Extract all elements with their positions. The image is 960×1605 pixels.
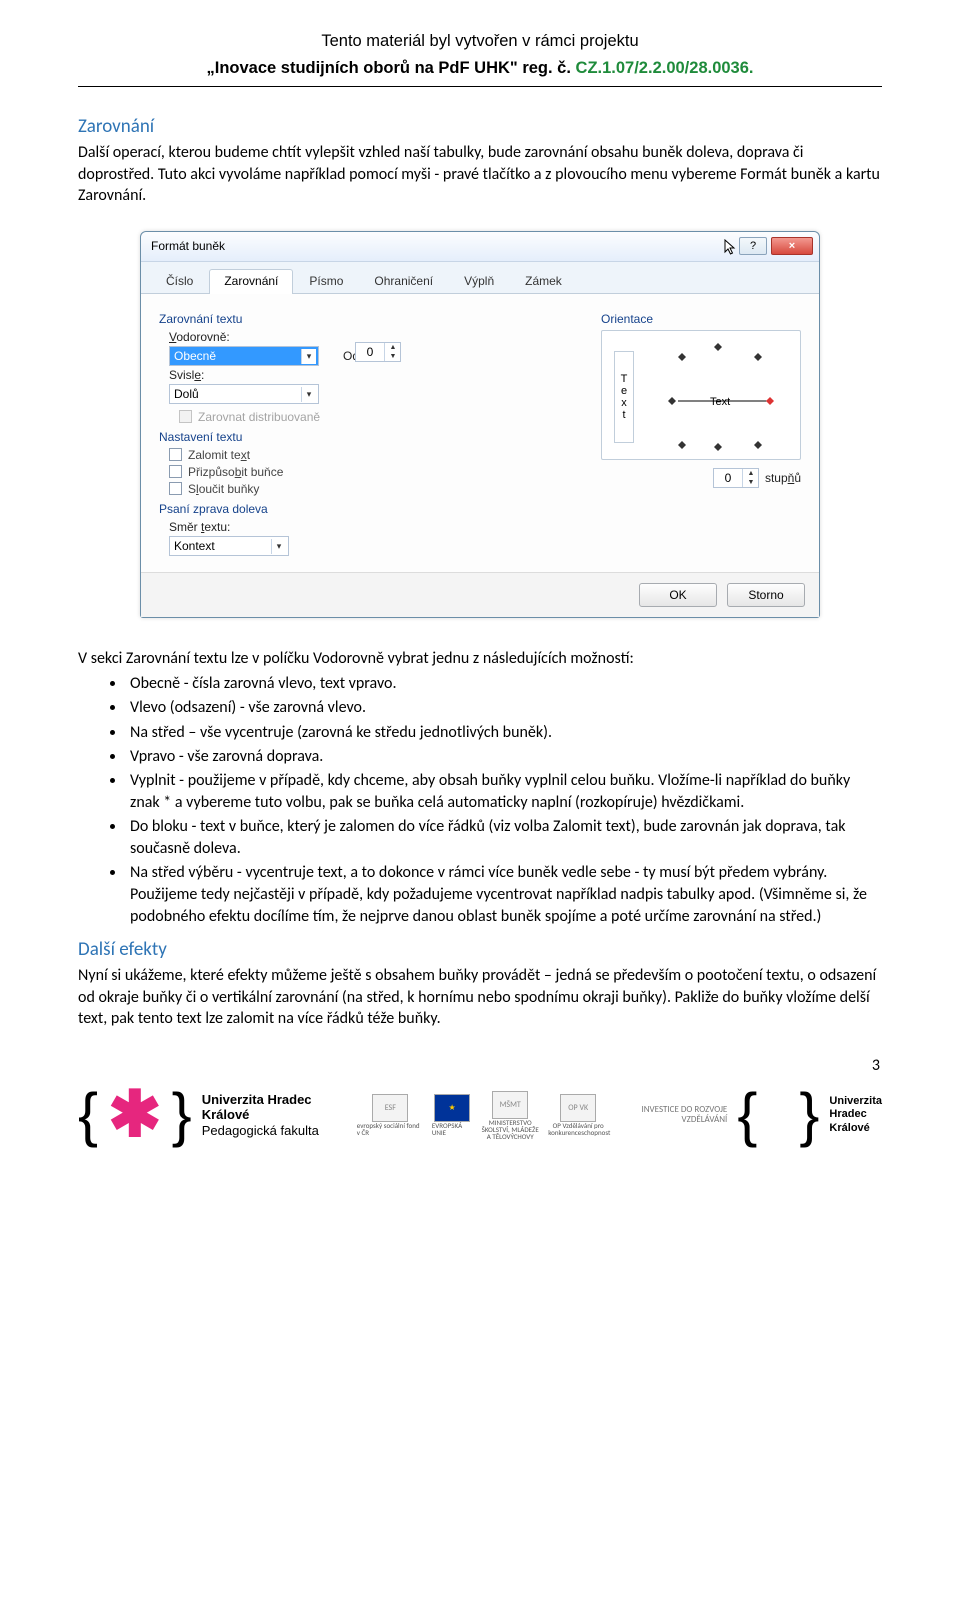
dialog-titlebar[interactable]: Formát buněk ? ×	[141, 232, 819, 262]
spin-stupnu-value[interactable]	[714, 469, 742, 487]
invest-text: INVESTICE DO ROZVOJE VZDĚLÁVÁNÍ	[614, 1105, 727, 1125]
combo-smer-textu[interactable]: Kontext ▾	[169, 536, 289, 556]
logo-uhk-right: { } Univerzita Hradec Králové	[737, 1085, 882, 1145]
uhk-r1: Univerzita	[829, 1095, 882, 1108]
list-item: Obecně - čísla zarovná vlevo, text vprav…	[126, 673, 882, 695]
logo-msmt: MŠMTMINISTERSTVO ŠKOLSTVÍ, MLÁDEŽE A TĚL…	[480, 1091, 540, 1140]
tab-zamek[interactable]: Zámek	[510, 269, 577, 294]
list-item: Na střed – vše vycentruje (zarovná ke st…	[126, 722, 882, 744]
spin-up-icon[interactable]: ▲	[743, 469, 759, 478]
combo-vodorovne-value: Obecně	[174, 349, 216, 363]
tab-ohraniceni[interactable]: Ohraničení	[359, 269, 448, 294]
label-prizpusobit: Přizpůsobit buňce	[188, 465, 283, 479]
label-smer-textu: Směr textu:	[169, 520, 581, 534]
orientation-vertical-text[interactable]: Text	[614, 351, 634, 443]
spin-down-icon[interactable]: ▼	[385, 352, 401, 361]
options-list: Obecně - čísla zarovná vlevo, text vprav…	[126, 673, 882, 928]
checkbox-icon[interactable]	[169, 482, 182, 495]
bracket-right-icon: }	[799, 1085, 819, 1145]
logo-esf: ESFevropský sociální fond v ČR	[357, 1094, 424, 1136]
group-psani-zprava: Psaní zprava doleva	[159, 502, 581, 516]
bracket-right-icon: }	[172, 1085, 192, 1145]
logo-eu: ★EVROPSKÁ UNIE	[432, 1094, 472, 1136]
project-title: „Inovace studijních oborů na PdF UHK" re…	[78, 59, 882, 78]
ok-button[interactable]: OK	[639, 583, 717, 607]
format-bunek-dialog: Formát buněk ? × Číslo Zarovnání Písmo O…	[140, 231, 820, 618]
group-nastaveni-textu: Nastavení textu	[159, 430, 581, 444]
project-regnum: CZ.1.07/2.2.00/28.0036	[576, 59, 749, 77]
asterisk-icon: ✱	[108, 1083, 162, 1147]
header-divider	[78, 86, 882, 87]
list-item: Na střed výběru - vycentruje text, a to …	[126, 862, 882, 928]
label-stupnu: stupňů	[765, 471, 801, 485]
uhk-r3: Králové	[829, 1122, 882, 1135]
checkbox-zarovnat-distrib: Zarovnat distribuovaně	[179, 410, 581, 424]
section-title-dalsi-efekty: Další efekty	[78, 938, 882, 961]
project-title-dot: .	[749, 59, 754, 77]
checkbox-sloucit[interactable]: Sloučit buňky	[169, 482, 581, 496]
logo-opvk: OP VKOP Vzdělávání pro konkurenceschopno…	[548, 1094, 608, 1136]
combo-vodorovne[interactable]: Obecně ▾	[169, 346, 319, 366]
page-number: 3	[78, 1056, 882, 1075]
footer-logos: { ✱ } Univerzita Hradec Králové Pedagogi…	[78, 1079, 882, 1167]
dialog-title: Formát buněk	[151, 239, 723, 253]
group-orientace: Orientace	[601, 312, 801, 326]
section1-paragraph: Další operací, kterou budeme chtít vylep…	[78, 142, 882, 207]
chevron-down-icon[interactable]: ▾	[301, 387, 316, 402]
combo-smer-value: Kontext	[174, 539, 215, 553]
spin-stupnu[interactable]: ▲▼	[713, 468, 759, 488]
checkbox-icon[interactable]	[169, 448, 182, 461]
orientation-arc[interactable]: Text	[662, 341, 790, 453]
checkbox-zalomit-text[interactable]: Zalomit text	[169, 448, 581, 462]
bracket-left-icon: {	[78, 1085, 98, 1145]
help-button[interactable]: ?	[739, 237, 767, 255]
tab-pismo[interactable]: Písmo	[294, 269, 358, 294]
spin-odsazeni-value[interactable]	[356, 343, 384, 361]
uhk-r2: Hradec	[829, 1108, 882, 1121]
checkbox-prizpusobit[interactable]: Přizpůsobit buňce	[169, 465, 581, 479]
dialog-tabs: Číslo Zarovnání Písmo Ohraničení Výplň Z…	[141, 262, 819, 294]
project-context-line: Tento materiál byl vytvořen v rámci proj…	[78, 32, 882, 51]
combo-svisle-value: Dolů	[174, 387, 199, 401]
logo-eu-block: ESFevropský sociální fond v ČR ★EVROPSKÁ…	[357, 1091, 728, 1140]
spin-odsazeni[interactable]: ▲▼	[355, 342, 401, 362]
dialog-screenshot: Formát buněk ? × Číslo Zarovnání Písmo O…	[140, 231, 820, 618]
uhk-name: Univerzita Hradec Králové	[202, 1092, 347, 1123]
tab-zarovnani[interactable]: Zarovnání	[209, 269, 293, 294]
dialog-footer: OK Storno	[141, 572, 819, 617]
group-zarovnani-textu: Zarovnání textu	[159, 312, 581, 326]
combo-svisle[interactable]: Dolů ▾	[169, 384, 319, 404]
orientation-box[interactable]: Text	[601, 330, 801, 460]
bracket-left-icon: {	[737, 1085, 757, 1145]
uhk-faculty: Pedagogická fakulta	[202, 1123, 347, 1139]
list-item: Vyplnit - použijeme v případě, kdy chcem…	[126, 770, 882, 814]
section-title-zarovnani: Zarovnání	[78, 115, 882, 138]
project-title-prefix: „Inovace studijních oborů na PdF UHK" re…	[206, 59, 575, 77]
list-item: Vpravo - vše zarovná doprava.	[126, 746, 882, 768]
spin-up-icon[interactable]: ▲	[385, 343, 401, 352]
list-item: Vlevo (odsazení) - vše zarovná vlevo.	[126, 697, 882, 719]
list-item: Do bloku - text v buňce, který je zalome…	[126, 816, 882, 860]
list-intro: V sekci Zarovnání textu lze v políčku Vo…	[78, 648, 882, 670]
tab-vypln[interactable]: Výplň	[449, 269, 509, 294]
tab-cislo[interactable]: Číslo	[151, 269, 208, 294]
chevron-down-icon[interactable]: ▾	[301, 349, 316, 364]
checkbox-icon	[179, 410, 192, 423]
orientation-text-label: Text	[710, 396, 730, 408]
label-sloucit: Sloučit buňky	[188, 482, 259, 496]
section2-paragraph: Nyní si ukážeme, které efekty můžeme ješ…	[78, 965, 882, 1030]
storno-button[interactable]: Storno	[727, 583, 805, 607]
label-zarovnat-distrib: Zarovnat distribuovaně	[198, 410, 320, 424]
checkbox-icon[interactable]	[169, 465, 182, 478]
close-button[interactable]: ×	[771, 237, 813, 255]
spin-down-icon[interactable]: ▼	[743, 478, 759, 487]
label-zalomit: Zalomit text	[188, 448, 250, 462]
document-header: Tento materiál byl vytvořen v rámci proj…	[78, 32, 882, 78]
label-svisle: Svisle:	[169, 368, 581, 382]
chevron-down-icon[interactable]: ▾	[271, 539, 286, 554]
logo-uhk-pedf: { ✱ } Univerzita Hradec Králové Pedagogi…	[78, 1083, 347, 1147]
cursor-icon	[723, 238, 739, 254]
